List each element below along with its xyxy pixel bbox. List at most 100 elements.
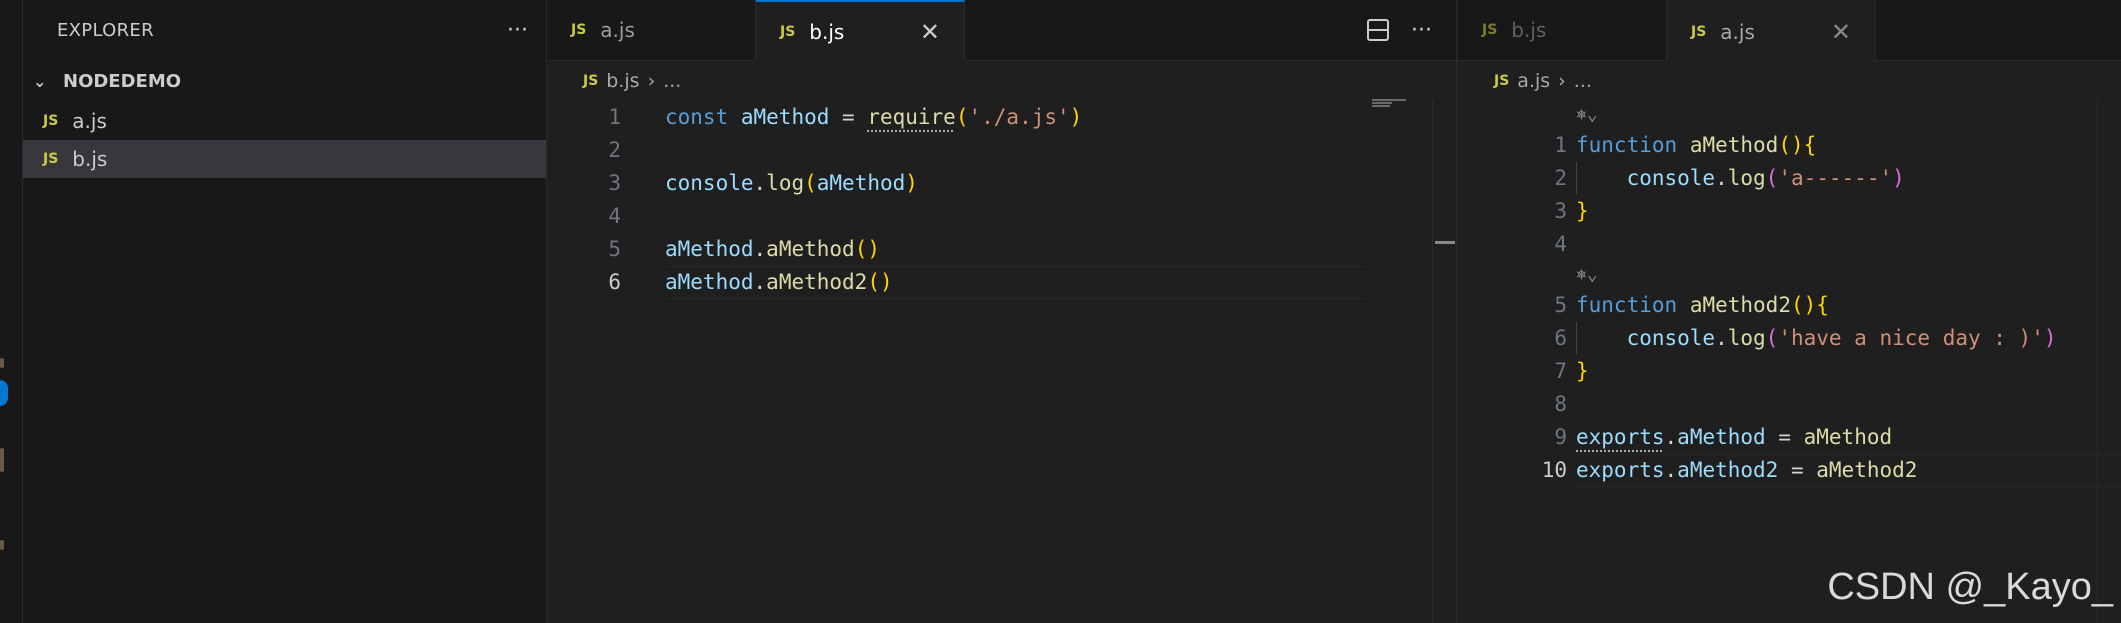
explorer-title: EXPLORER bbox=[57, 19, 154, 41]
folder-nodedemo[interactable]: ⌄ NODEDEMO bbox=[23, 60, 546, 102]
code-line[interactable]: 4 bbox=[1458, 228, 2121, 261]
explorer-header: EXPLORER ··· bbox=[23, 0, 546, 60]
tab-label: b.js bbox=[1511, 18, 1547, 42]
code-token: . bbox=[1715, 326, 1728, 350]
scrollbar[interactable] bbox=[1432, 99, 1457, 623]
scrollbar-thumb[interactable] bbox=[1435, 241, 1455, 244]
code-token: aMethod bbox=[740, 105, 830, 129]
codelens[interactable]: ⎈⌄ bbox=[1458, 101, 2121, 129]
editor-group-right: JS b.js JS a.js ✕ JS a.js › ... ⎈⌄ 1 funct… bbox=[1458, 0, 2121, 623]
chevron-down-icon: ⌄ bbox=[33, 71, 47, 91]
code-token: () bbox=[1790, 293, 1817, 317]
code-token: console bbox=[1576, 326, 1716, 350]
tab-a-js[interactable]: JS a.js bbox=[547, 0, 756, 60]
codelens-icon[interactable]: ⎈⌄ bbox=[1576, 261, 1598, 289]
js-file-icon: JS bbox=[43, 151, 59, 167]
line-text: } bbox=[1576, 195, 1589, 228]
code-line[interactable]: 5 function aMethod2(){ bbox=[1458, 289, 2121, 322]
code-editor[interactable]: 1 const aMethod = require('./a.js') 2 3 cons… bbox=[547, 101, 1456, 299]
code-token: log bbox=[1727, 166, 1766, 190]
activity-marker bbox=[0, 358, 4, 368]
code-token: console bbox=[665, 171, 754, 195]
js-file-icon: JS bbox=[583, 73, 599, 89]
ellipsis-icon[interactable]: ··· bbox=[507, 18, 528, 43]
code-line[interactable]: 2 console.log('a------') bbox=[1458, 162, 2121, 195]
code-token: aMethod bbox=[766, 237, 855, 261]
tab-b-js[interactable]: JS b.js bbox=[1458, 0, 1667, 60]
code-line[interactable]: 6 aMethod.aMethod2() bbox=[547, 266, 1456, 299]
code-token: { bbox=[1816, 293, 1829, 317]
chevron-right-icon: › bbox=[647, 70, 656, 92]
code-token: require bbox=[867, 105, 956, 129]
code-token: function bbox=[1576, 133, 1678, 157]
close-icon[interactable]: ✕ bbox=[1831, 18, 1851, 46]
code-token: ( bbox=[955, 105, 969, 129]
code-token: () bbox=[854, 237, 880, 261]
minimap[interactable] bbox=[1372, 99, 1408, 108]
indent-guide bbox=[1576, 162, 1577, 195]
code-line[interactable]: 7} bbox=[1458, 355, 2121, 388]
code-token: . bbox=[753, 171, 767, 195]
tab-b-js[interactable]: JS b.js ✕ bbox=[756, 0, 965, 61]
close-icon[interactable]: ✕ bbox=[920, 18, 940, 46]
code-token: aMethod2 bbox=[766, 270, 868, 294]
breadcrumb-file[interactable]: a.js bbox=[1517, 70, 1550, 92]
ellipsis-icon[interactable]: ··· bbox=[1411, 18, 1432, 43]
line-text: console.log(aMethod) bbox=[665, 167, 918, 200]
file-item-a-js[interactable]: JS a.js bbox=[23, 102, 546, 140]
code-token: . bbox=[753, 237, 767, 261]
activity-indicator[interactable] bbox=[0, 380, 8, 406]
line-number: 8 bbox=[1554, 392, 1567, 416]
breadcrumb-symbols[interactable]: ... bbox=[1574, 70, 1592, 92]
code-token: = bbox=[829, 105, 868, 129]
code-line[interactable]: 4 bbox=[547, 200, 1456, 233]
line-number: 6 bbox=[608, 270, 621, 294]
code-line[interactable]: 5 aMethod.aMethod() bbox=[547, 233, 1456, 266]
js-file-icon: JS bbox=[780, 23, 796, 40]
codelens-icon[interactable]: ⎈⌄ bbox=[1576, 101, 1598, 129]
line-number: 1 bbox=[608, 105, 621, 129]
breadcrumb: JS a.js › ... bbox=[1458, 61, 2121, 101]
line-text: aMethod.aMethod2() bbox=[665, 266, 893, 299]
code-token: ( bbox=[1765, 166, 1779, 190]
tab-a-js[interactable]: JS a.js ✕ bbox=[1667, 0, 1876, 61]
code-line[interactable]: 10 exports.aMethod2 = aMethod2 bbox=[1458, 454, 2121, 487]
line-text: } bbox=[1576, 355, 1589, 388]
js-file-icon: JS bbox=[571, 22, 587, 38]
minimap-line bbox=[1372, 99, 1406, 101]
codelens[interactable]: ⎈⌄ bbox=[1458, 261, 2121, 289]
editor-actions: ··· bbox=[1367, 0, 1456, 60]
code-line[interactable]: 8 bbox=[1458, 388, 2121, 421]
scrollbar[interactable] bbox=[2097, 99, 2121, 623]
code-token: ) bbox=[905, 171, 918, 195]
line-text: function aMethod(){ bbox=[1576, 129, 1816, 162]
file-item-b-js[interactable]: JS b.js bbox=[23, 140, 546, 178]
code-line[interactable]: 6 console.log('have a nice day : )') bbox=[1458, 322, 2121, 355]
folder-label: NODEDEMO bbox=[63, 70, 182, 92]
line-number: 7 bbox=[1554, 359, 1567, 383]
code-line[interactable]: 1 function aMethod(){ bbox=[1458, 129, 2121, 162]
file-label: a.js bbox=[72, 109, 107, 133]
code-token: 'a------' bbox=[1778, 166, 1893, 190]
breadcrumb-file[interactable]: b.js bbox=[606, 70, 639, 92]
code-line[interactable]: 3} bbox=[1458, 195, 2121, 228]
code-line[interactable]: 1 const aMethod = require('./a.js') bbox=[547, 101, 1456, 134]
line-text: exports.aMethod2 = aMethod2 bbox=[1576, 454, 1917, 487]
tab-bar: JS a.js JS b.js ✕ ··· bbox=[547, 0, 1456, 61]
code-token: exports bbox=[1576, 425, 1665, 449]
activity-marker bbox=[0, 448, 4, 472]
line-text: console.log('a------') bbox=[1576, 162, 1905, 195]
activity-marker bbox=[0, 540, 4, 550]
explorer-sidebar: EXPLORER ··· ⌄ NODEDEMO JS a.js JS b.js bbox=[23, 0, 547, 623]
code-token: aMethod bbox=[1689, 133, 1779, 157]
split-editor-icon[interactable] bbox=[1367, 19, 1390, 41]
watermark: CSDN @_Kayo_ bbox=[1827, 566, 2113, 608]
breadcrumb-symbols[interactable]: ... bbox=[663, 70, 681, 92]
code-line[interactable]: 2 bbox=[547, 134, 1456, 167]
code-token: ) bbox=[1892, 166, 1905, 190]
code-line[interactable]: 3 console.log(aMethod) bbox=[547, 167, 1456, 200]
code-editor[interactable]: ⎈⌄ 1 function aMethod(){2 console.log('a--… bbox=[1458, 101, 2121, 487]
code-token: const bbox=[665, 105, 729, 129]
line-number: 5 bbox=[608, 237, 621, 261]
code-line[interactable]: 9 exports.aMethod = aMethod bbox=[1458, 421, 2121, 454]
